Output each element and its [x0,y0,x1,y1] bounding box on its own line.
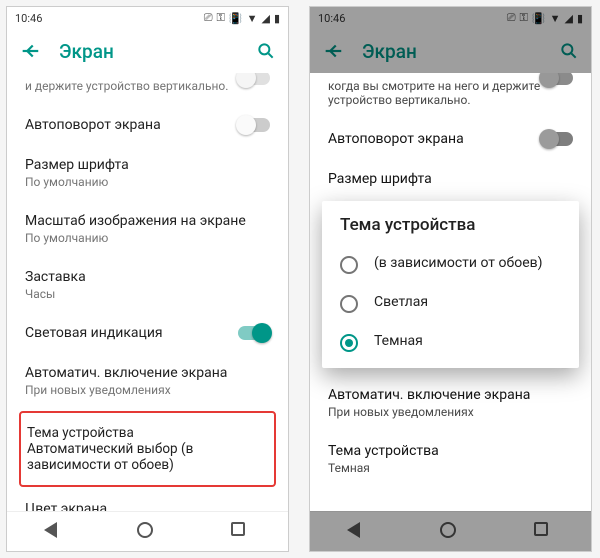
list-item-light-indication[interactable]: Световая индикация [25,313,270,353]
cast-icon: ⎚ [507,11,516,25]
light-indication-label: Световая индикация [25,325,163,341]
option-label: (в зависимости от обоев) [374,255,543,273]
screen-color-label: Цвет экрана [25,501,270,511]
vibrate-icon: 📳 [229,12,243,25]
theme-option-dark[interactable]: Темная [322,323,579,362]
partial-text: и держите устройство вертикально. [25,79,228,93]
device-theme-sub: Автоматический выбор (в зависимости от о… [27,441,268,473]
list-item-autorotate[interactable]: Автоповорот экрана [328,119,573,159]
status-bar: 10:46 ⎚ ⚿ 📳 ▼ ◢ ▮ [310,7,591,29]
signal-icon: ◢ [261,12,269,25]
page-title: Экран [344,40,559,63]
list-item-font-size[interactable]: Размер шрифта По умолчанию [25,145,270,201]
back-icon[interactable] [322,40,344,62]
cast-icon: ⎚ [204,11,213,25]
status-icons: ⎚ ⚿ 📳 ▼ ◢ ▮ [204,11,280,25]
android-navbar [310,511,591,551]
battery-icon: ▮ [274,12,280,25]
vpn-icon: ⚿ [217,11,225,25]
autorotate-label: Автоповорот экрана [328,131,464,147]
auto-on-label: Автоматич. включение экрана [328,387,573,403]
list-item-display-scale[interactable]: Масштаб изображения на экране По умолчан… [25,201,270,257]
screensaver-label: Заставка [25,269,270,285]
nav-recents-icon[interactable] [534,522,554,542]
font-size-sub: По умолчанию [25,175,270,189]
nav-back-icon[interactable] [347,522,367,542]
status-time: 10:46 [15,12,42,25]
display-scale-sub: По умолчанию [25,231,270,245]
back-icon[interactable] [19,40,41,62]
device-theme-sub: Темная [328,461,573,475]
font-size-label: Размер шрифта [328,171,573,187]
wifi-icon: ▼ [550,12,561,25]
signal-icon: ◢ [564,12,572,25]
battery-icon: ▮ [577,12,583,25]
list-item-auto-on[interactable]: Автоматич. включение экрана При новых ув… [328,375,573,431]
settings-list: и держите устройство вертикально. Автопо… [7,73,288,511]
auto-on-sub: При новых уведомлениях [328,405,573,419]
list-item-partial[interactable]: когда вы смотрите на него и держите устр… [328,73,573,119]
radio-icon [340,256,358,274]
theme-option-auto[interactable]: (в зависимости от обоев) [322,245,579,284]
option-label: Светлая [374,294,428,312]
theme-option-light[interactable]: Светлая [322,284,579,323]
app-bar: Экран [310,29,591,73]
android-navbar [7,511,288,551]
auto-on-label: Автоматич. включение экрана [25,365,270,381]
status-bar: 10:46 ⎚ ⚿ 📳 ▼ ◢ ▮ [7,7,288,29]
screensaver-sub: Часы [25,287,270,301]
list-item-screen-color[interactable]: Цвет экрана [25,489,270,511]
device-theme-label: Тема устройства [27,425,268,441]
nav-recents-icon[interactable] [231,522,251,542]
switch-autorotate[interactable] [238,118,270,132]
app-bar: Экран [7,29,288,73]
wifi-icon: ▼ [247,12,258,25]
autorotate-label: Автоповорот экрана [25,117,161,133]
partial-text: когда вы смотрите на него и держите устр… [328,79,540,107]
option-label: Темная [374,333,423,351]
display-scale-label: Масштаб изображения на экране [25,213,270,229]
search-icon[interactable] [256,41,276,61]
list-item-screensaver[interactable]: Заставка Часы [25,257,270,313]
dialog-title: Тема устройства [322,215,579,245]
list-item-device-theme[interactable]: Тема устройства Темная [328,431,573,487]
phone-right: 10:46 ⎚ ⚿ 📳 ▼ ◢ ▮ Экран когда вы смотрит… [309,6,592,552]
nav-back-icon[interactable] [44,522,64,542]
search-icon[interactable] [559,41,579,61]
radio-icon [340,295,358,313]
list-item-auto-on[interactable]: Автоматич. включение экрана При новых ув… [25,353,270,409]
switch-partial[interactable] [541,73,573,85]
nav-home-icon[interactable] [137,522,157,542]
vpn-icon: ⚿ [520,11,528,25]
device-theme-label: Тема устройства [328,443,573,459]
page-title: Экран [41,40,256,63]
nav-home-icon[interactable] [440,522,460,542]
list-item-autorotate[interactable]: Автоповорот экрана [25,105,270,145]
theme-dialog: Тема устройства (в зависимости от обоев)… [322,201,579,368]
list-item-font-size[interactable]: Размер шрифта [328,159,573,199]
vibrate-icon: 📳 [532,12,546,25]
auto-on-sub: При новых уведомлениях [25,383,270,397]
phone-left: 10:46 ⎚ ⚿ 📳 ▼ ◢ ▮ Экран и держите устрой… [6,6,289,552]
switch-partial[interactable] [238,73,270,85]
status-time: 10:46 [318,12,345,25]
status-icons: ⎚ ⚿ 📳 ▼ ◢ ▮ [507,11,583,25]
switch-light-indication[interactable] [238,326,270,340]
switch-autorotate[interactable] [541,132,573,146]
radio-icon [340,334,358,352]
list-item-device-theme[interactable]: Тема устройства Автоматический выбор (в … [19,411,276,487]
font-size-label: Размер шрифта [25,157,270,173]
list-item-partial[interactable]: и держите устройство вертикально. [25,73,270,105]
